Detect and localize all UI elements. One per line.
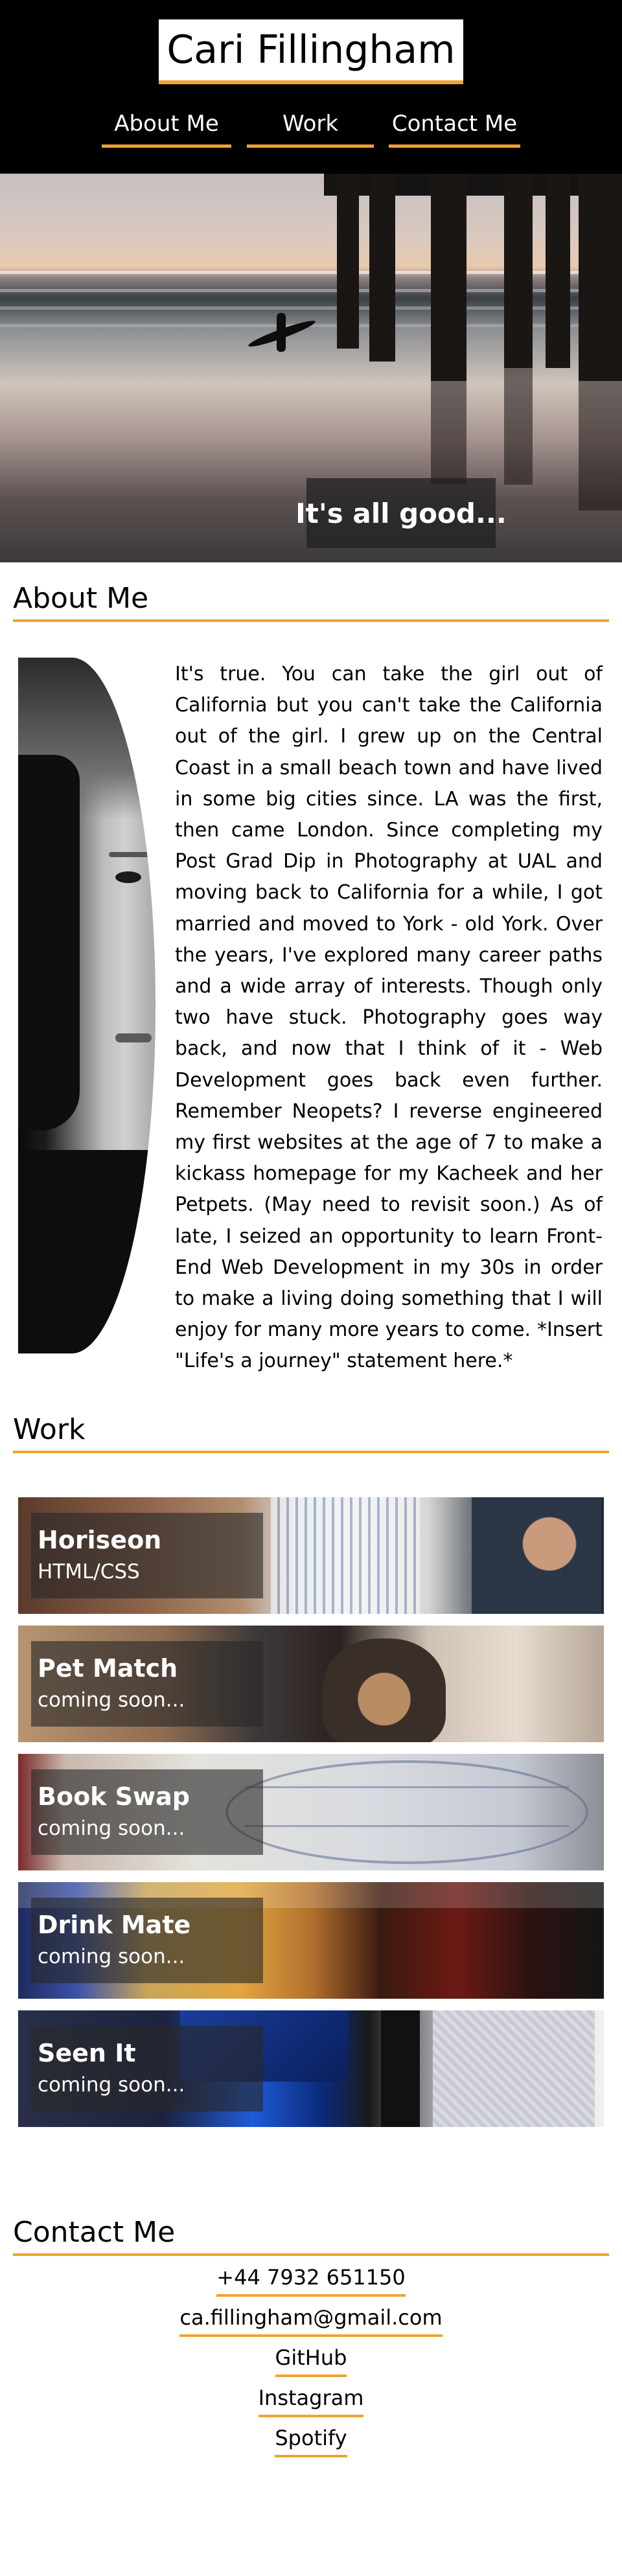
portrait-brow [109,852,150,857]
globe-outline [225,1760,588,1864]
project-card-drink-mate[interactable]: Drink Mate coming soon... [18,1882,604,1999]
contact-spotify-link[interactable]: Spotify [275,2421,347,2457]
pier-pile [504,174,533,368]
project-card-seen-it[interactable]: Seen It coming soon... [18,2010,604,2127]
portrait-eye [115,871,141,883]
pier-reflection [431,381,466,485]
project-card-book-swap[interactable]: Book Swap coming soon... [18,1754,604,1870]
contact-heading: Contact Me [13,2211,609,2256]
pier-reflection [579,381,622,511]
pier-pile [431,174,466,381]
project-title: Pet Match [38,1654,178,1683]
project-label: Seen It coming soon... [31,2026,263,2111]
nav-link-about-me[interactable]: About Me [102,102,231,148]
app-tile [381,2010,420,2127]
project-label: Horiseon HTML/CSS [31,1513,263,1598]
project-title: Book Swap [38,1782,190,1811]
contact-phone-link[interactable]: +44 7932 651150 [216,2260,406,2297]
project-title: Seen It [38,2039,136,2067]
project-label: Drink Mate coming soon... [31,1898,263,1983]
portrait-photo [18,658,156,1353]
contact-github-link[interactable]: GitHub [275,2341,347,2377]
hero-tagline: It's all good... [295,478,507,548]
contact-list: +44 7932 651150 ca.fillingham@gmail.com … [0,2260,622,2461]
person-figure [472,1497,601,1614]
nav-link-contact-me[interactable]: Contact Me [389,102,520,148]
globe-line [245,1786,569,1788]
main-nav: About Me Work Contact Me [0,102,622,148]
pier-pile [579,174,622,381]
project-subtitle: coming soon... [38,1688,185,1712]
about-heading: About Me [13,577,609,622]
pier-pile [546,174,570,368]
project-card-horiseon[interactable]: Horiseon HTML/CSS [18,1497,604,1614]
site-header: Cari Fillingham About Me Work Contact Me [0,0,622,174]
pier-deck [324,174,622,196]
project-label: Book Swap coming soon... [31,1769,263,1855]
project-list: Horiseon HTML/CSS Pet Match coming soon.… [18,1497,604,2139]
about-paragraph: It's true. You can take the girl out of … [175,663,603,1373]
shirt-pattern [271,1497,420,1614]
project-subtitle: coming soon... [38,1945,185,1968]
portrait-sweater [18,1150,156,1353]
nav-link-work[interactable]: Work [247,102,374,148]
portrait-shadow [18,755,80,1131]
project-subtitle: coming soon... [38,2073,185,2097]
contact-instagram-link[interactable]: Instagram [258,2381,364,2417]
portrait-lips [115,1033,152,1042]
contact-email-link[interactable]: ca.fillingham@gmail.com [179,2301,443,2337]
screen-texture [433,2010,595,2127]
project-label: Pet Match coming soon... [31,1641,263,1727]
site-title: Cari Fillingham [159,19,463,84]
project-title: Horiseon [38,1526,162,1554]
project-subtitle: HTML/CSS [38,1560,140,1583]
work-heading: Work [13,1408,609,1453]
dog-figure [323,1639,446,1742]
project-subtitle: coming soon... [38,1817,185,1840]
project-title: Drink Mate [38,1911,191,1939]
globe-line [245,1825,569,1827]
pier-pile [369,174,395,362]
pier-reflection [504,368,533,485]
pier-pile [337,174,359,349]
project-card-pet-match[interactable]: Pet Match coming soon... [18,1626,604,1742]
hero-banner: It's all good... [0,174,622,562]
